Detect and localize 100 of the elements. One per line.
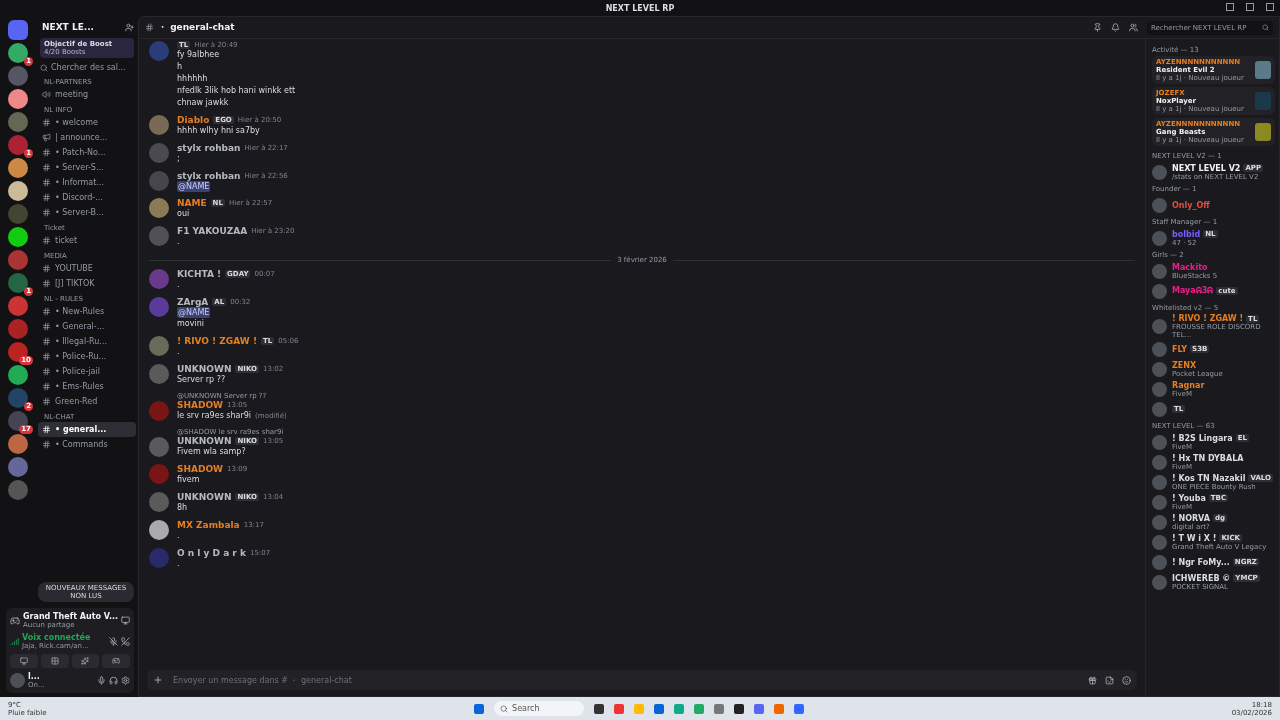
member-avatar[interactable] — [1152, 534, 1167, 550]
server-icon[interactable] — [8, 43, 28, 63]
message-input[interactable]: Envoyer un message dans # ・ general-chat — [171, 674, 1080, 686]
taskbar-app-icon[interactable] — [734, 703, 745, 714]
channel-item[interactable]: • welcome — [38, 115, 136, 130]
author-name[interactable]: Diablo — [177, 115, 210, 125]
settings-icon[interactable] — [121, 676, 130, 685]
headphones-icon[interactable] — [109, 676, 118, 685]
member-avatar[interactable] — [1152, 381, 1167, 397]
channel-item[interactable]: • Server-S... — [38, 160, 136, 175]
channel-item[interactable]: ticket — [38, 233, 136, 248]
server-icon[interactable] — [8, 89, 28, 109]
author-name[interactable]: O n l y D a r k — [177, 548, 246, 558]
mention[interactable]: @NAME — [177, 307, 211, 318]
author-name[interactable]: KICHTA ! — [177, 269, 222, 279]
member-name[interactable]: ! T W i X ! — [1172, 533, 1217, 543]
channel-item[interactable]: • Patch-No... — [38, 145, 136, 160]
member-avatar[interactable] — [1152, 319, 1167, 334]
member-avatar[interactable] — [1152, 434, 1167, 450]
member-name[interactable]: ZENX — [1172, 360, 1197, 370]
channel-item[interactable]: | announce... — [38, 130, 136, 145]
server-name[interactable]: NEXT LE... — [42, 22, 95, 32]
member-name[interactable]: Ragnar — [1172, 380, 1205, 390]
close-button[interactable] — [1266, 3, 1274, 11]
author-name[interactable]: MX Zambala — [177, 520, 240, 530]
emoji-icon[interactable] — [1122, 675, 1131, 685]
member-avatar[interactable] — [1152, 164, 1167, 180]
channel-item[interactable]: • New-Rules — [38, 304, 136, 319]
user-avatar[interactable] — [149, 336, 169, 356]
member-avatar[interactable] — [1152, 230, 1167, 246]
author-name[interactable]: ! RIVO ! ZGAW ! — [177, 336, 257, 346]
member-name[interactable]: Mackito — [1172, 262, 1208, 272]
channel-item[interactable]: • Server-B... — [38, 205, 136, 220]
member-avatar[interactable] — [1152, 263, 1167, 279]
member-avatar[interactable] — [1152, 401, 1167, 417]
user-avatar[interactable] — [149, 115, 169, 135]
voice-action-button[interactable] — [102, 654, 130, 668]
member-avatar[interactable] — [1152, 454, 1167, 470]
member-name[interactable]: ! NORVA — [1172, 513, 1210, 523]
member-name[interactable]: ! Hx TN DYBALA — [1172, 453, 1244, 463]
channel-item[interactable]: Green-Red — [38, 394, 136, 409]
voice-action-button[interactable] — [40, 654, 69, 668]
member-name[interactable]: ! Youba — [1172, 493, 1206, 503]
channel-search[interactable]: Chercher des sal... — [40, 63, 134, 72]
minimize-button[interactable] — [1226, 3, 1234, 11]
author-name[interactable]: stylx rohban — [177, 171, 241, 181]
channel-item[interactable]: • Police-jail — [38, 364, 136, 379]
channel-item[interactable]: • Illegal-Ru... — [38, 334, 136, 349]
message-composer[interactable]: Envoyer un message dans # ・ general-chat — [147, 670, 1137, 690]
sticker-icon[interactable] — [1105, 675, 1114, 685]
taskbar-search[interactable]: Search — [494, 701, 585, 716]
member-avatar[interactable] — [1152, 474, 1167, 490]
author-name[interactable]: F1 YAKOUZAA — [177, 226, 248, 236]
member-avatar[interactable] — [1152, 197, 1167, 213]
channel-item[interactable]: • Ems-Rules — [38, 379, 136, 394]
author-name[interactable]: UNKNOWN — [177, 436, 232, 446]
channel-item[interactable]: • general... — [38, 422, 136, 437]
taskbar-app-icon[interactable] — [594, 703, 605, 714]
author-name[interactable]: UNKNOWN — [177, 364, 232, 374]
member-name[interactable]: Mayaᕱ3ᕱ — [1172, 286, 1214, 296]
author-name[interactable]: stylx rohban — [177, 143, 241, 153]
screen-icon[interactable] — [121, 616, 130, 625]
member-avatar[interactable] — [1152, 554, 1167, 570]
user-avatar[interactable] — [149, 198, 169, 218]
user-avatar[interactable] — [149, 520, 169, 540]
author-name[interactable]: ZArgA — [177, 297, 209, 307]
member-name[interactable]: ! Kos TN Nazakil — [1172, 473, 1246, 483]
server-icon[interactable] — [8, 227, 28, 247]
server-icon[interactable] — [8, 365, 28, 385]
bell-icon[interactable] — [1111, 23, 1120, 32]
voice-action-button[interactable] — [10, 654, 38, 668]
channel-item[interactable]: • Police-Ru... — [38, 349, 136, 364]
member-avatar[interactable] — [1152, 361, 1167, 377]
author-name[interactable]: UNKNOWN — [177, 492, 232, 502]
pin-icon[interactable] — [1093, 23, 1102, 32]
start-icon[interactable] — [474, 703, 485, 714]
member-name[interactable]: ICHWEREB © — [1172, 573, 1231, 583]
gift-icon[interactable] — [1088, 675, 1097, 685]
channel-item[interactable]: YOUTUBE — [38, 261, 136, 276]
member-name[interactable]: ! B2S Lingara — [1172, 433, 1233, 443]
microphone-icon[interactable] — [97, 676, 106, 685]
channel-item[interactable]: • Discord-... — [38, 190, 136, 205]
author-name[interactable]: NAME — [177, 198, 207, 208]
member-name[interactable]: ! Ngr FoMy... — [1172, 557, 1230, 567]
member-avatar[interactable] — [1152, 514, 1167, 530]
plus-icon[interactable] — [153, 675, 163, 685]
channel-item[interactable]: • General-... — [38, 319, 136, 334]
author-name[interactable]: SHADOW — [177, 464, 224, 474]
channel-item[interactable]: • Informat... — [38, 175, 136, 190]
voice-action-button[interactable] — [71, 654, 100, 668]
channel-item[interactable]: • Commands — [38, 437, 136, 452]
member-name[interactable]: NEXT LEVEL V2 — [1172, 163, 1241, 173]
mention[interactable]: @NAME — [177, 181, 211, 192]
server-icon[interactable] — [8, 158, 28, 178]
server-icon[interactable] — [8, 181, 28, 201]
author-name[interactable]: SHADOW — [177, 400, 224, 410]
member-name[interactable]: ! RIVO ! ZGAW ! — [1172, 314, 1244, 323]
disconnect-icon[interactable] — [121, 637, 130, 646]
member-name[interactable]: FLY — [1172, 344, 1188, 354]
members-icon[interactable] — [1129, 23, 1138, 32]
